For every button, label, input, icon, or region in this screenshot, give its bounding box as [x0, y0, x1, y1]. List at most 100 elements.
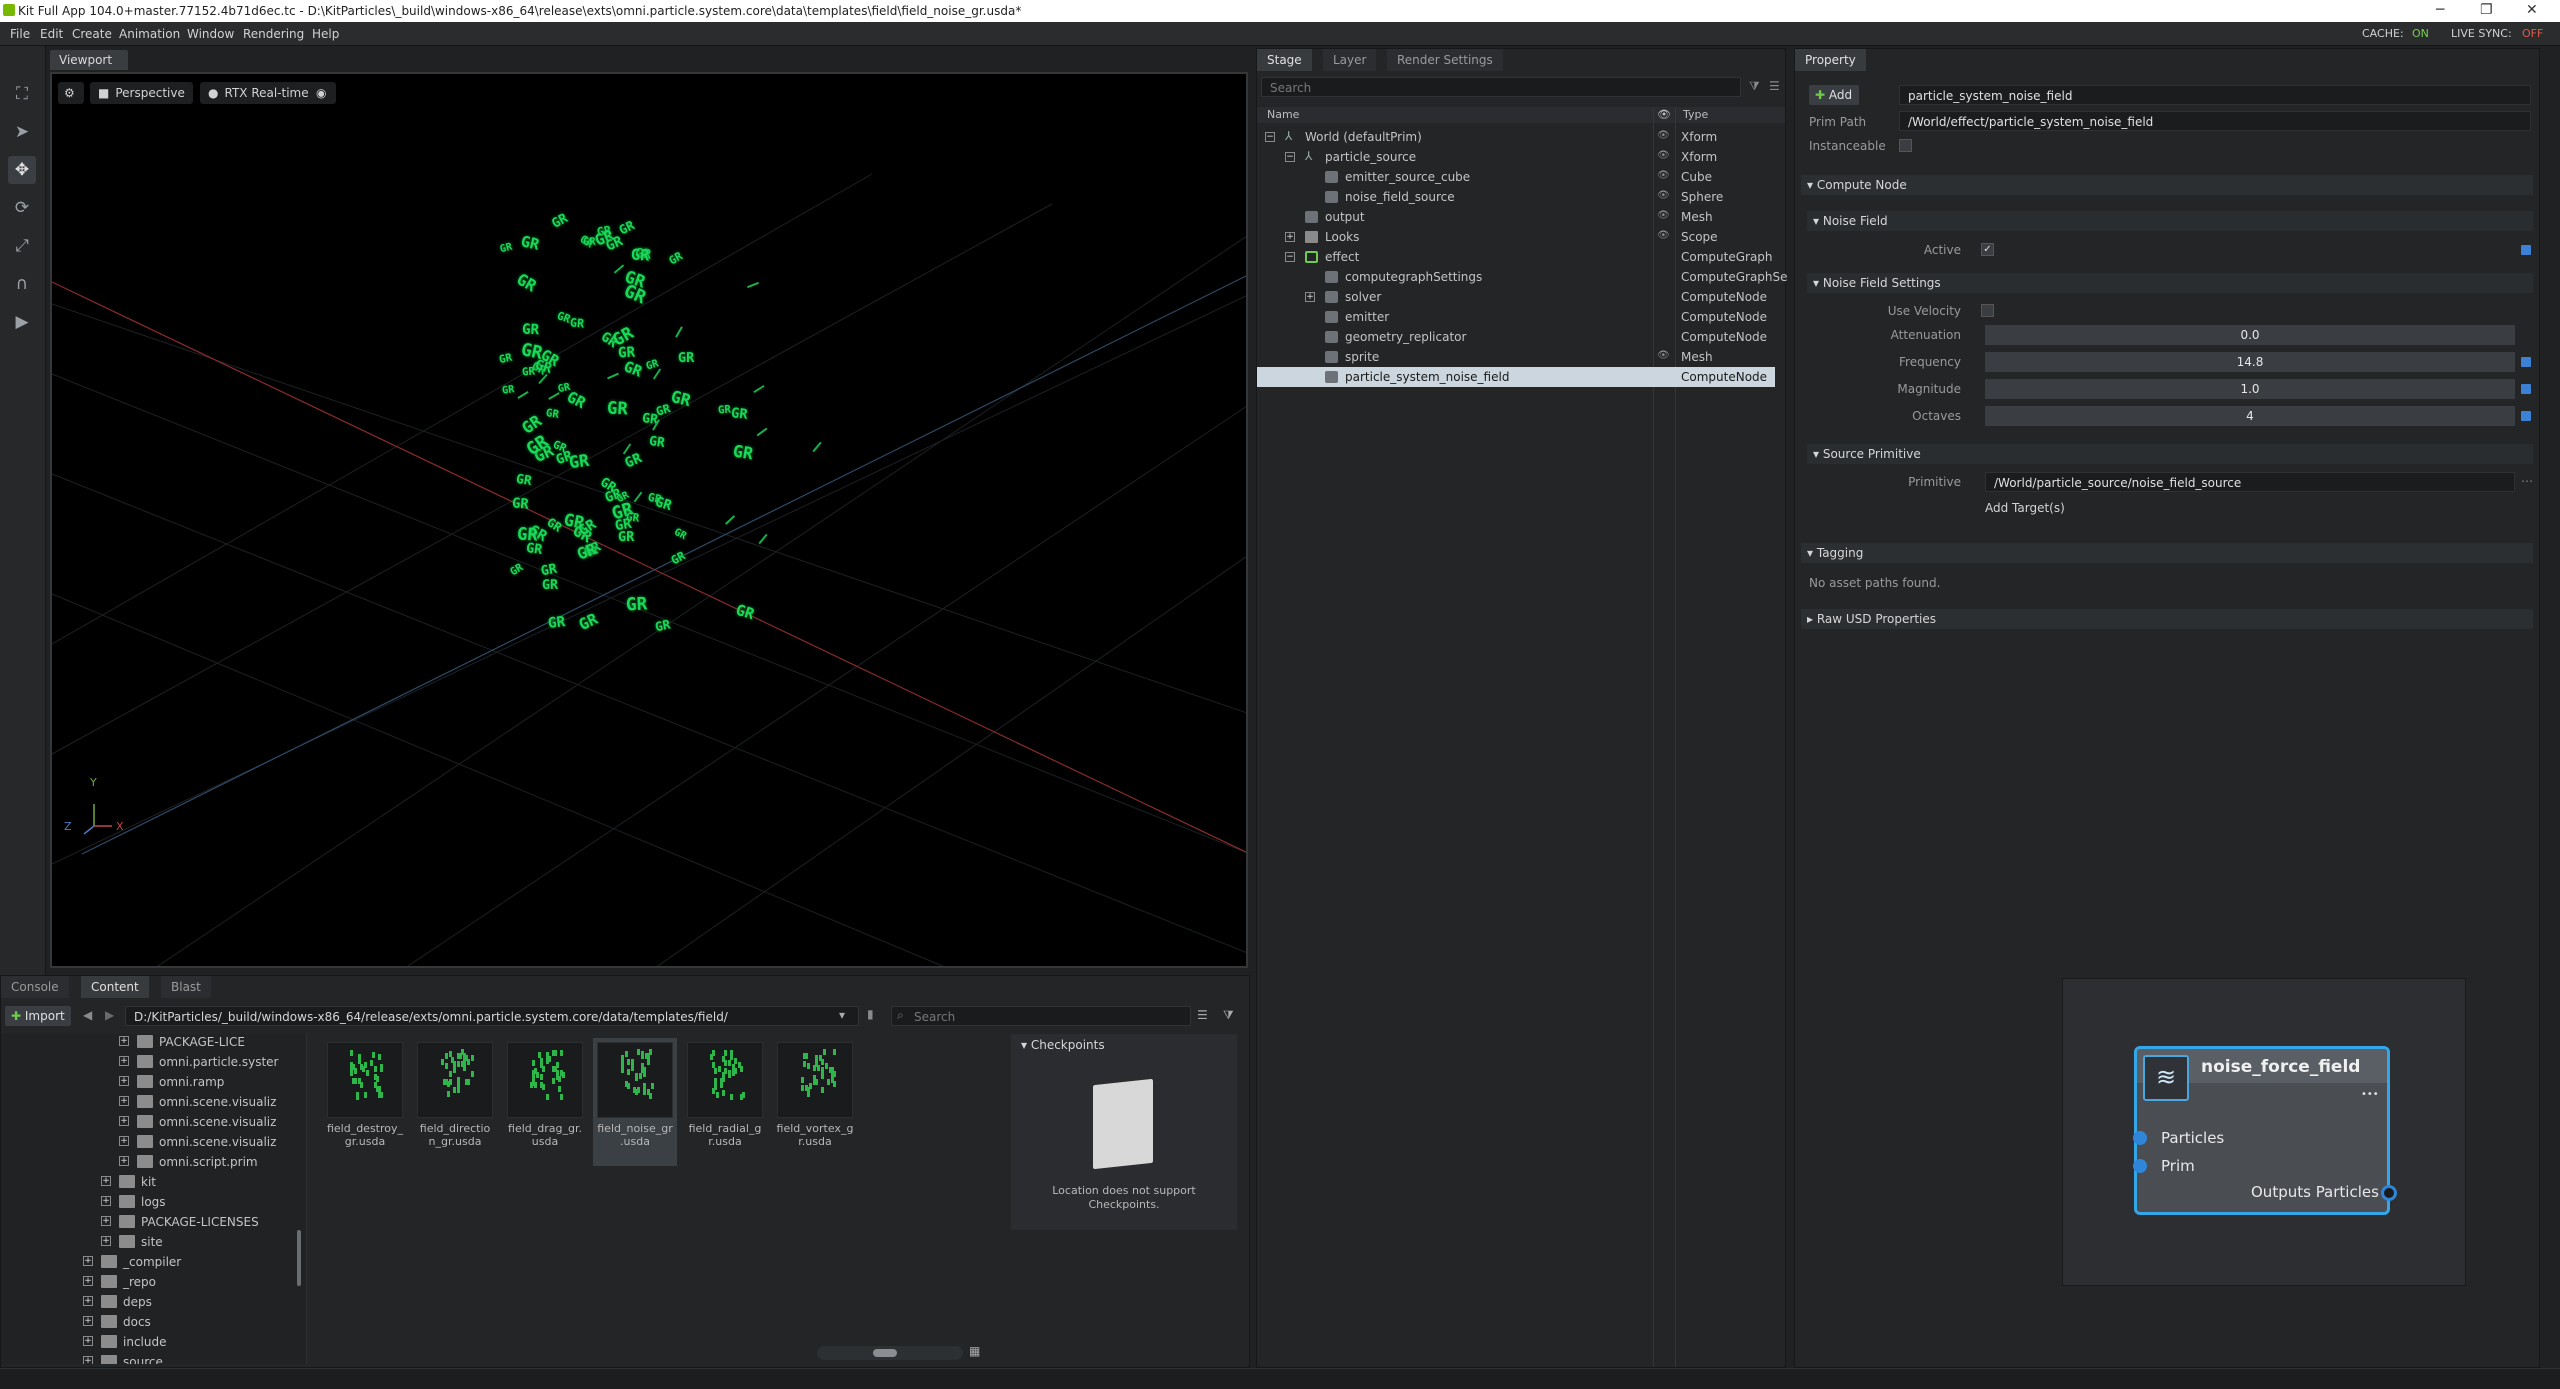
particles-input-port[interactable]: [2133, 1131, 2147, 1145]
menu-rendering[interactable]: Rendering: [243, 27, 304, 41]
gear-icon[interactable]: ⚙: [58, 82, 84, 104]
expand-icon[interactable]: +: [119, 1116, 129, 1126]
menu-help[interactable]: Help: [312, 27, 339, 41]
expand-icon[interactable]: +: [119, 1036, 129, 1046]
menu-file[interactable]: File: [10, 27, 30, 41]
thumbnail-size-slider[interactable]: [817, 1346, 963, 1360]
file-thumbnail[interactable]: [687, 1042, 763, 1118]
frame-icon[interactable]: ⛶: [8, 80, 36, 108]
section-raw-usd-properties[interactable]: ▸ Raw USD Properties: [1801, 609, 2533, 629]
stage-tree-row[interactable]: − effect ComputeGraph: [1257, 247, 1775, 267]
folder-tree-item[interactable]: + logs: [1, 1192, 301, 1212]
snap-icon[interactable]: ∩: [8, 270, 36, 298]
stage-tree-row[interactable]: output 👁 Mesh: [1257, 207, 1775, 227]
visibility-eye-icon[interactable]: 👁: [1657, 150, 1670, 161]
frequency-field[interactable]: 14.8: [1985, 352, 2515, 372]
import-button[interactable]: ✚ Import: [5, 1006, 71, 1026]
visibility-eye-icon[interactable]: 👁: [1657, 170, 1670, 181]
visibility-eye-icon[interactable]: 👁: [1657, 190, 1670, 201]
slider-handle[interactable]: [873, 1349, 897, 1357]
folder-tree-item[interactable]: + PACKAGE-LICE: [1, 1034, 301, 1052]
primitive-path-field[interactable]: /World/particle_source/noise_field_sourc…: [1985, 472, 2515, 492]
expand-icon[interactable]: +: [119, 1096, 129, 1106]
file-thumbnail[interactable]: [507, 1042, 583, 1118]
magnitude-field[interactable]: 1.0: [1985, 379, 2515, 399]
rotate-icon[interactable]: ⟳: [8, 194, 36, 222]
cache-status[interactable]: ON: [2412, 27, 2429, 40]
render-mode-button[interactable]: ● RTX Real-time: [200, 82, 317, 104]
filter-icon[interactable]: ⧩: [1223, 1008, 1234, 1023]
tab-render-settings[interactable]: Render Settings: [1387, 49, 1503, 71]
expand-icon[interactable]: +: [101, 1216, 111, 1226]
expand-icon[interactable]: +: [1305, 292, 1315, 302]
folder-tree-item[interactable]: + deps: [1, 1292, 301, 1312]
expand-icon[interactable]: +: [83, 1276, 93, 1286]
expand-icon[interactable]: +: [101, 1176, 111, 1186]
stage-tree-row[interactable]: noise_field_source 👁 Sphere: [1257, 187, 1775, 207]
keyframe-icon[interactable]: [2521, 411, 2531, 421]
stage-tree-row[interactable]: emitter ComputeNode: [1257, 307, 1775, 327]
file-thumbnail[interactable]: [417, 1042, 493, 1118]
particles-output-port[interactable]: [2381, 1185, 2397, 1201]
tab-blast[interactable]: Blast: [161, 976, 211, 998]
use-velocity-checkbox[interactable]: [1981, 304, 1994, 317]
folder-tree-item[interactable]: + PACKAGE-LICENSES: [1, 1212, 301, 1232]
add-targets-button[interactable]: Add Target(s): [1985, 501, 2065, 515]
expand-icon[interactable]: +: [101, 1236, 111, 1246]
folder-tree-item[interactable]: + _compiler: [1, 1252, 301, 1272]
expand-icon[interactable]: +: [119, 1076, 129, 1086]
maximize-button[interactable]: ❐: [2480, 2, 2493, 18]
folder-tree-item[interactable]: + include: [1, 1332, 301, 1352]
instanceable-checkbox[interactable]: [1899, 139, 1912, 152]
expand-icon[interactable]: +: [119, 1136, 129, 1146]
folder-tree-item[interactable]: + omni.script.prim: [1, 1152, 301, 1172]
tab-viewport[interactable]: Viewport: [50, 50, 128, 70]
minimize-button[interactable]: ─: [2436, 2, 2444, 18]
col-name[interactable]: Name: [1267, 108, 1299, 121]
camera-button[interactable]: ■ Perspective: [90, 82, 193, 104]
visibility-eye-icon[interactable]: 👁: [1657, 350, 1670, 361]
stage-search-input[interactable]: Search: [1261, 77, 1741, 97]
folder-tree-item[interactable]: + omni.scene.visualiz: [1, 1112, 301, 1132]
stage-tree-row[interactable]: sprite 👁 Mesh: [1257, 347, 1775, 367]
close-button[interactable]: ✕: [2526, 2, 2538, 18]
tree-scrollbar[interactable]: [297, 1230, 301, 1286]
expand-icon[interactable]: +: [1285, 232, 1295, 242]
content-search-input[interactable]: Search: [891, 1006, 1191, 1026]
stage-tree-row[interactable]: particle_system_noise_field ComputeNode: [1257, 367, 1775, 387]
eye-icon[interactable]: ◉: [310, 82, 336, 104]
move-icon[interactable]: ✥: [8, 156, 36, 184]
stage-tree-row[interactable]: − ⅄ World (defaultPrim) 👁 Xform: [1257, 127, 1775, 147]
stage-tree-row[interactable]: geometry_replicator ComputeNode: [1257, 327, 1775, 347]
scale-icon[interactable]: ⤢: [8, 232, 36, 260]
menu-animation[interactable]: Animation: [119, 27, 180, 41]
options-menu-icon[interactable]: ☰: [1769, 79, 1780, 93]
file-thumbnail[interactable]: [597, 1042, 673, 1118]
folder-tree-item[interactable]: + docs: [1, 1312, 301, 1332]
stage-tree-row[interactable]: emitter_source_cube 👁 Cube: [1257, 167, 1775, 187]
primitive-menu-icon[interactable]: ⋯: [2521, 474, 2533, 488]
folder-tree-item[interactable]: + kit: [1, 1172, 301, 1192]
keyframe-icon[interactable]: [2521, 245, 2531, 255]
collapse-icon[interactable]: −: [1285, 252, 1295, 262]
prim-path-field[interactable]: /World/effect/particle_system_noise_fiel…: [1899, 111, 2531, 131]
expand-icon[interactable]: +: [119, 1056, 129, 1066]
section-noise-field[interactable]: ▾ Noise Field: [1807, 211, 2533, 231]
octaves-field[interactable]: 4: [1985, 406, 2515, 426]
folder-tree-item[interactable]: + _repo: [1, 1272, 301, 1292]
stage-tree-row[interactable]: computegraphSettings ComputeGraphSe: [1257, 267, 1788, 287]
keyframe-icon[interactable]: [2521, 384, 2531, 394]
list-view-icon[interactable]: ☰: [1197, 1008, 1208, 1022]
keyframe-icon[interactable]: [2521, 357, 2531, 367]
expand-icon[interactable]: +: [83, 1336, 93, 1346]
file-thumbnail[interactable]: [777, 1042, 853, 1118]
section-source-primitive[interactable]: ▾ Source Primitive: [1807, 444, 2533, 464]
expand-icon[interactable]: +: [101, 1196, 111, 1206]
folder-tree[interactable]: + PACKAGE-LICE + omni.particle.syster + omni.…: [1, 1034, 307, 1364]
checkpoints-title[interactable]: ▾ Checkpoints: [1021, 1038, 1105, 1052]
stage-tree-row[interactable]: − ⅄ particle_source 👁 Xform: [1257, 147, 1775, 167]
tab-content[interactable]: Content: [81, 976, 149, 998]
tab-console[interactable]: Console: [1, 976, 69, 998]
collapse-icon[interactable]: −: [1285, 152, 1295, 162]
expand-icon[interactable]: +: [83, 1356, 93, 1364]
